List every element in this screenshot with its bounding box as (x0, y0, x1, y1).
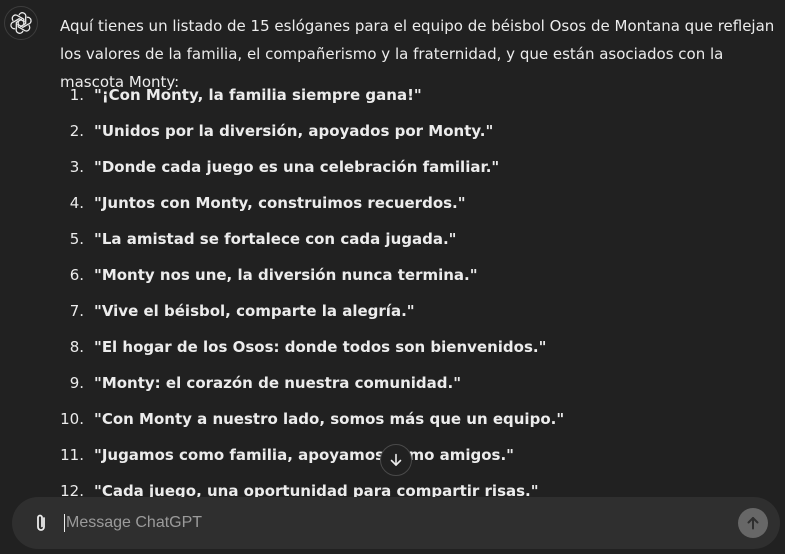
list-item: 9. "Monty: el corazón de nuestra comunida… (50, 365, 564, 401)
slogan-text: "¡Con Monty, la familia siempre gana!" (94, 86, 422, 104)
list-number: 2. (69, 122, 84, 140)
message-composer (12, 497, 780, 549)
slogan-text: "Juntos con Monty, construimos recuerdos… (94, 194, 466, 212)
text-caret (64, 514, 65, 532)
attach-button[interactable] (29, 511, 53, 535)
list-number: 4. (69, 194, 84, 212)
assistant-avatar (4, 6, 38, 40)
list-item: 4. "Juntos con Monty, construimos recuerd… (50, 185, 564, 221)
slogan-text: "La amistad se fortalece con cada jugada… (94, 230, 457, 248)
list-item: 6. "Monty nos une, la diversión nunca ter… (50, 257, 564, 293)
list-number: 9. (69, 374, 84, 392)
slogan-text: "Monty: el corazón de nuestra comunidad.… (94, 374, 462, 392)
list-number: 3. (69, 158, 84, 176)
list-number: 6. (69, 266, 84, 284)
list-number: 1. (69, 86, 84, 104)
slogan-text: "Vive el béisbol, comparte la alegría." (94, 302, 415, 320)
chatgpt-logo-icon (10, 12, 32, 34)
arrow-up-icon (747, 517, 759, 530)
list-item: 5. "La amistad se fortalece con cada juga… (50, 221, 564, 257)
slogan-text: "Con Monty a nuestro lado, somos más que… (94, 410, 565, 428)
slogan-text: "Monty nos une, la diversión nunca termi… (94, 266, 478, 284)
slogan-list: 1. "¡Con Monty, la familia siempre gana!"… (50, 77, 564, 509)
slogan-text: "Jugamos como familia, apoyamos como ami… (94, 446, 514, 464)
list-item: 7. "Vive el béisbol, comparte la alegría.… (50, 293, 564, 329)
list-item: 8. "El hogar de los Osos: donde todos son… (50, 329, 564, 365)
list-number: 11. (60, 446, 84, 464)
list-item: 10. "Con Monty a nuestro lado, somos más … (50, 401, 564, 437)
list-number: 5. (69, 230, 84, 248)
list-item: 1. "¡Con Monty, la familia siempre gana!" (50, 77, 564, 113)
list-item: 2. "Unidos por la diversión, apoyados por… (50, 113, 564, 149)
slogan-text: "Donde cada juego es una celebración fam… (94, 158, 500, 176)
list-item: 11. "Jugamos como familia, apoyamos como … (50, 437, 564, 473)
list-number: 8. (69, 338, 84, 356)
send-button[interactable] (738, 508, 768, 538)
slogan-text: "Unidos por la diversión, apoyados por M… (94, 122, 494, 140)
scroll-to-bottom-button[interactable] (380, 444, 412, 476)
list-item: 3. "Donde cada juego es una celebración f… (50, 149, 564, 185)
slogan-text: "El hogar de los Osos: donde todos son b… (94, 338, 547, 356)
message-input[interactable] (66, 514, 738, 532)
list-number: 10. (60, 410, 84, 428)
list-number: 7. (69, 302, 84, 320)
chat-page: Aquí tienes un listado de 15 eslóganes p… (0, 0, 785, 554)
paperclip-icon (37, 514, 45, 531)
arrow-down-icon (390, 453, 402, 466)
